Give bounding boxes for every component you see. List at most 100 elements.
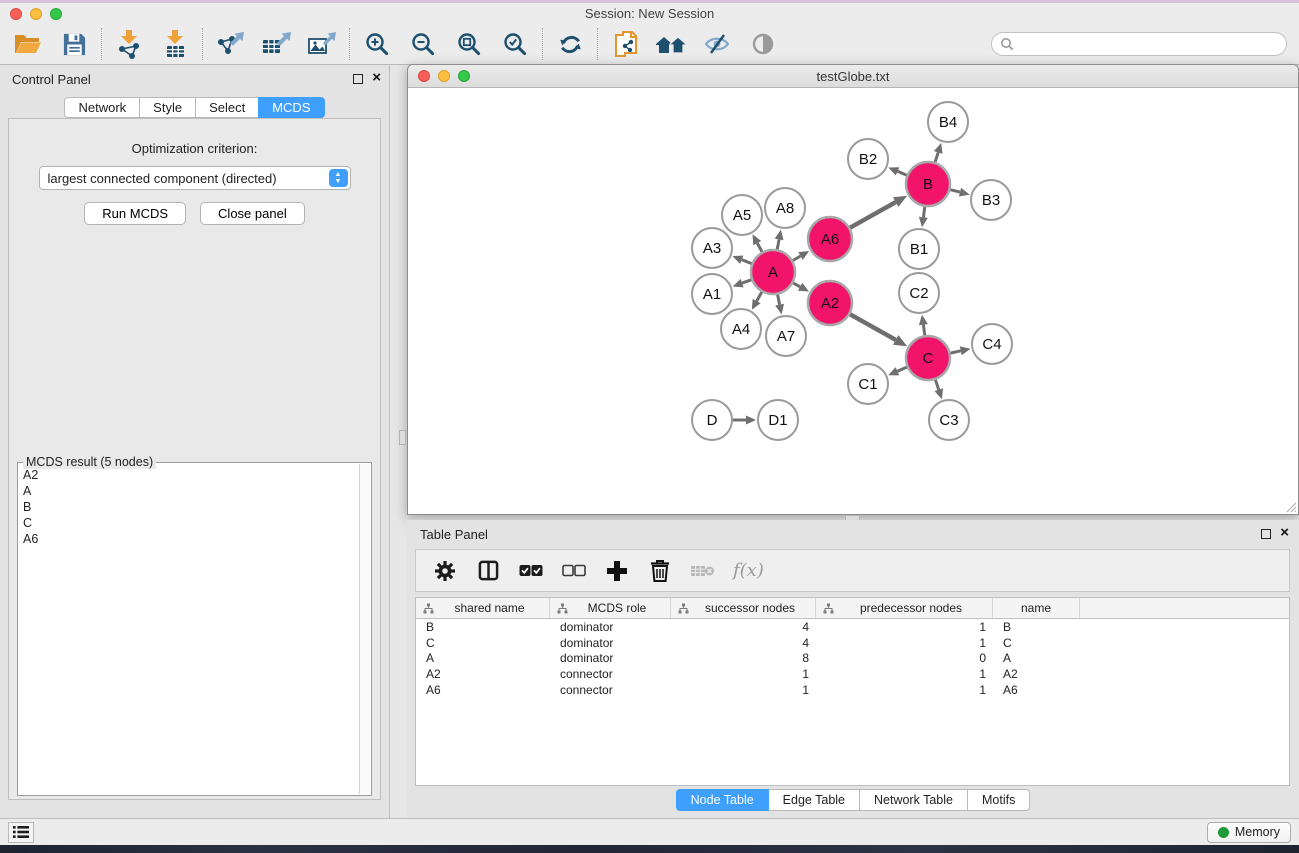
delete-rows-icon[interactable] xyxy=(647,556,673,586)
import-network-icon[interactable] xyxy=(113,28,145,60)
graph-node-A2[interactable]: A2 xyxy=(808,281,852,325)
hide-selected-icon[interactable] xyxy=(701,28,733,60)
node-table-header[interactable]: shared nameMCDS rolesuccessor nodesprede… xyxy=(416,598,1289,619)
export-table-icon[interactable] xyxy=(260,28,292,60)
tab-style[interactable]: Style xyxy=(139,97,196,118)
graph-node-B[interactable]: B xyxy=(906,162,950,206)
graph-edge-A6-B[interactable] xyxy=(850,196,907,228)
graph-node-B1[interactable]: B1 xyxy=(899,229,939,269)
duplicate-network-icon[interactable] xyxy=(609,28,641,60)
graph-node-A8[interactable]: A8 xyxy=(765,188,805,228)
network-zoom-icon[interactable] xyxy=(458,70,470,82)
graph-edge-A-A5[interactable] xyxy=(753,234,763,252)
refresh-view-icon[interactable] xyxy=(554,28,586,60)
graph-node-A5[interactable]: A5 xyxy=(722,195,762,235)
graph-node-C[interactable]: C xyxy=(906,336,950,380)
graph-node-A3[interactable]: A3 xyxy=(692,228,732,268)
graph-edge-B-B2[interactable] xyxy=(888,167,907,175)
graph-node-C4[interactable]: C4 xyxy=(972,324,1012,364)
close-table-panel-icon[interactable]: × xyxy=(1280,524,1289,542)
close-panel-button[interactable]: Close panel xyxy=(200,202,305,225)
tab-edge-table[interactable]: Edge Table xyxy=(768,789,860,811)
graph-node-A4[interactable]: A4 xyxy=(721,309,761,349)
show-columns-icon[interactable] xyxy=(475,556,501,586)
result-item[interactable]: C xyxy=(23,515,357,531)
graph-node-A7[interactable]: A7 xyxy=(766,316,806,356)
tab-mcds[interactable]: MCDS xyxy=(258,97,324,118)
network-window-titlebar[interactable]: testGlobe.txt xyxy=(408,65,1298,88)
zoom-selected-icon[interactable] xyxy=(499,28,531,60)
first-neighbors-icon[interactable] xyxy=(655,28,687,60)
table-row[interactable]: Adominator80A xyxy=(416,651,1289,667)
graph-edge-A-A6[interactable] xyxy=(793,251,809,261)
result-item[interactable]: A2 xyxy=(23,467,357,483)
graph-edge-A-A3[interactable] xyxy=(733,256,752,264)
float-panel-icon[interactable] xyxy=(353,74,363,84)
network-close-icon[interactable] xyxy=(418,70,430,82)
graph-node-B4[interactable]: B4 xyxy=(928,102,968,142)
close-panel-icon[interactable]: × xyxy=(372,69,381,87)
network-canvas[interactable]: B4B2BB3A5A8A6A3B1AA1C2A2A4A7C4CC1C3DD1 xyxy=(408,89,1298,514)
graph-node-B3[interactable]: B3 xyxy=(971,180,1011,220)
graph-node-A6[interactable]: A6 xyxy=(808,217,852,261)
zoom-out-icon[interactable] xyxy=(407,28,439,60)
column-header-predecessor-nodes[interactable]: predecessor nodes xyxy=(816,598,993,618)
settings-gear-icon[interactable] xyxy=(432,556,458,586)
graph-node-D1[interactable]: D1 xyxy=(758,400,798,440)
column-header-successor-nodes[interactable]: successor nodes xyxy=(671,598,816,618)
column-header-name[interactable]: name xyxy=(993,598,1080,618)
tab-network[interactable]: Network xyxy=(64,97,140,118)
function-builder-icon[interactable]: f(x) xyxy=(733,556,764,586)
graph-edge-C-C2[interactable] xyxy=(919,315,928,335)
run-mcds-button[interactable]: Run MCDS xyxy=(84,202,186,225)
graph-edge-D-D1[interactable] xyxy=(733,416,756,425)
table-row[interactable]: A2connector11A2 xyxy=(416,666,1289,682)
add-row-icon[interactable] xyxy=(604,556,630,586)
graph-edge-A2-C[interactable] xyxy=(850,314,907,346)
result-item[interactable]: A6 xyxy=(23,531,357,547)
table-row[interactable]: A6connector11A6 xyxy=(416,682,1289,698)
graph-edge-C-C3[interactable] xyxy=(935,380,944,399)
zoom-fit-icon[interactable] xyxy=(453,28,485,60)
graph-edge-A-A2[interactable] xyxy=(793,283,809,292)
tab-select[interactable]: Select xyxy=(195,97,259,118)
graph-node-C1[interactable]: C1 xyxy=(848,364,888,404)
graph-edge-A-A7[interactable] xyxy=(775,295,784,315)
table-row[interactable]: Bdominator41B xyxy=(416,619,1289,635)
zoom-in-icon[interactable] xyxy=(361,28,393,60)
graph-node-C2[interactable]: C2 xyxy=(899,273,939,313)
network-minimize-icon[interactable] xyxy=(438,70,450,82)
import-table-icon[interactable] xyxy=(159,28,191,60)
result-item[interactable]: B xyxy=(23,499,357,515)
memory-button[interactable]: Memory xyxy=(1207,822,1291,843)
column-header-shared-name[interactable]: shared name xyxy=(416,598,550,618)
delete-table-icon[interactable] xyxy=(690,556,716,586)
vertical-splitter-handle[interactable] xyxy=(399,430,406,445)
graph-node-A1[interactable]: A1 xyxy=(692,274,732,314)
graph-edge-A-A1[interactable] xyxy=(733,279,752,288)
show-all-icon[interactable] xyxy=(747,28,779,60)
graph-edge-A-A4[interactable] xyxy=(752,292,762,310)
export-network-icon[interactable] xyxy=(214,28,246,60)
table-row[interactable]: Cdominator41C xyxy=(416,635,1289,651)
tab-motifs[interactable]: Motifs xyxy=(967,789,1030,811)
select-all-icon[interactable] xyxy=(518,556,544,586)
graph-node-B2[interactable]: B2 xyxy=(848,139,888,179)
float-table-panel-icon[interactable] xyxy=(1261,529,1271,539)
tab-network-table[interactable]: Network Table xyxy=(859,789,968,811)
graph-node-D[interactable]: D xyxy=(692,400,732,440)
graph-edge-B-B3[interactable] xyxy=(950,188,969,197)
search-input[interactable] xyxy=(1014,37,1278,52)
result-item[interactable]: A xyxy=(23,483,357,499)
result-scrollbar[interactable] xyxy=(359,464,370,794)
search-field[interactable] xyxy=(991,32,1287,56)
graph-edge-C-C4[interactable] xyxy=(951,346,971,355)
criterion-dropdown[interactable]: largest connected component (directed) ▲… xyxy=(39,166,351,190)
open-session-icon[interactable] xyxy=(12,28,44,60)
resize-grip-icon[interactable] xyxy=(1285,501,1297,513)
graph-node-C3[interactable]: C3 xyxy=(929,400,969,440)
task-history-icon[interactable] xyxy=(8,822,34,843)
graph-edge-C-C1[interactable] xyxy=(888,367,907,375)
graph-edge-A-A8[interactable] xyxy=(775,230,784,250)
column-header-MCDS-role[interactable]: MCDS role xyxy=(550,598,671,618)
